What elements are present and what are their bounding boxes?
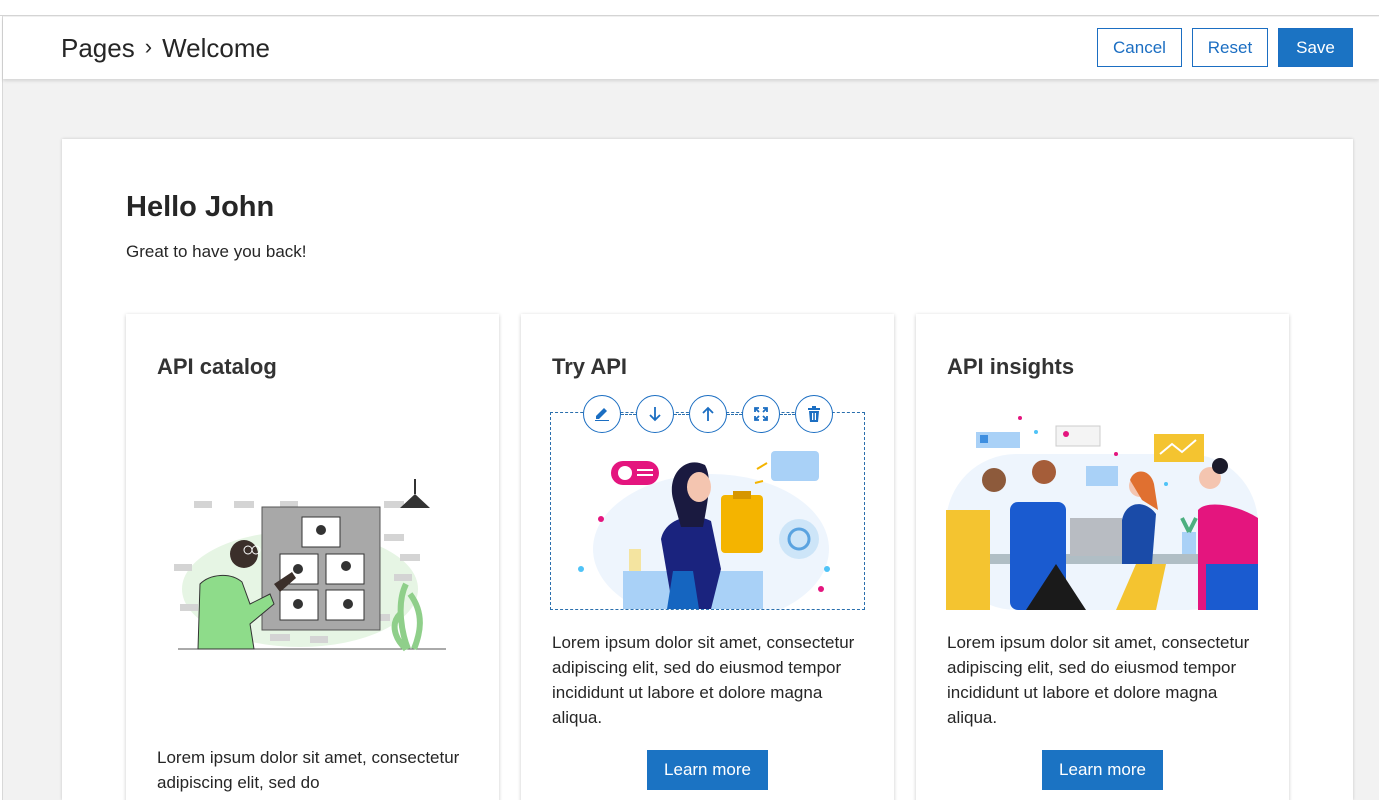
chevron-right-icon: ›	[144, 33, 153, 59]
pencil-icon[interactable]	[583, 395, 621, 433]
trash-icon[interactable]	[795, 395, 833, 433]
save-button[interactable]: Save	[1278, 28, 1353, 67]
arrow-down-icon[interactable]	[636, 395, 674, 433]
toolbar-connector	[674, 413, 689, 415]
toolbar-connector	[780, 413, 795, 415]
expand-icon[interactable]	[742, 395, 780, 433]
learn-more-button[interactable]: Learn more	[1042, 750, 1163, 790]
reset-button[interactable]: Reset	[1192, 28, 1268, 67]
card-text: Lorem ipsum dolor sit amet, consectetur …	[157, 748, 460, 792]
card-text: Lorem ipsum dolor sit amet, consectetur …	[947, 633, 1250, 727]
block-toolbar	[583, 395, 833, 433]
breadcrumb-pages[interactable]: Pages	[61, 33, 135, 64]
card-title: Try API	[552, 354, 627, 379]
breadcrumb: Pages › Welcome	[61, 33, 270, 64]
team-meeting-illustration	[946, 416, 1258, 610]
left-edge	[0, 16, 3, 800]
toolbar-connector	[727, 413, 742, 415]
card-title: API catalog	[157, 354, 277, 379]
card-title: API insights	[947, 354, 1075, 379]
page-title: Hello John	[126, 191, 275, 223]
man-presenting-storyboard-illustration	[174, 479, 446, 652]
arrow-up-icon[interactable]	[689, 395, 727, 433]
card-try-api: Try API Lorem ipsum dolor sit amet, cons…	[521, 314, 894, 800]
card-api-catalog: API catalog Lorem ipsum dolor sit amet, …	[126, 314, 499, 800]
woman-with-clipboard-illustration	[578, 451, 830, 609]
welcome-panel: Hello John Great to have you back! API c…	[62, 139, 1353, 800]
welcome-subtitle: Great to have you back!	[126, 242, 307, 261]
cancel-button[interactable]: Cancel	[1097, 28, 1182, 67]
breadcrumb-welcome: Welcome	[162, 33, 270, 63]
card-api-insights: API insights Lorem ipsum dolor sit amet,…	[916, 314, 1289, 800]
window-top-bar	[0, 0, 1379, 16]
page-header: Pages › Welcome Cancel Reset Save	[3, 17, 1379, 79]
toolbar-connector	[621, 413, 636, 415]
card-text: Lorem ipsum dolor sit amet, consectetur …	[552, 633, 855, 727]
learn-more-button[interactable]: Learn more	[647, 750, 768, 790]
